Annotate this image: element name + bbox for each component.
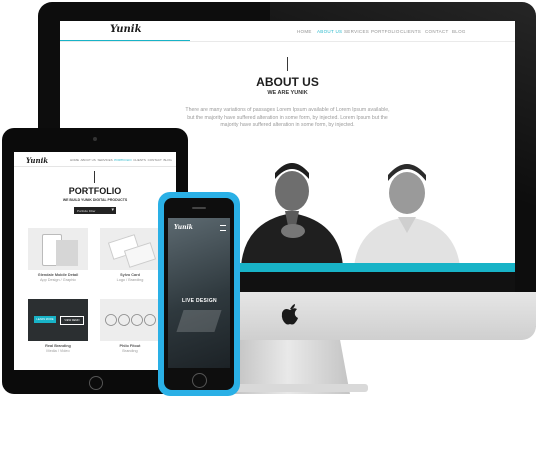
section-divider-line [287,57,288,71]
ipad-screen: Yunik HOME ABOUT US SERVICES PORTFOLIO C… [14,152,176,370]
imac-nav-blog[interactable]: BLOG [452,29,466,34]
portfolio-item-1-caption: App Design / Graphic [39,278,77,282]
iphone-speaker-icon [192,207,206,209]
imac-nav-portfolio[interactable]: PORTFOLIO [371,29,400,34]
iphone-logo[interactable]: Yunik [174,224,193,231]
about-title: ABOUT US [256,75,319,89]
imac-nav-bar: Yunik HOME ABOUT US SERVICES PORTFOLIO C… [60,21,515,42]
about-subtitle: WE ARE YUNIK [267,90,308,96]
mockup-shadow [56,240,78,266]
iphone-screen: Yunik LIVE DESIGN [168,218,230,368]
imac-nav-about[interactable]: ABOUT US [317,29,342,34]
portfolio-subtitle: WE BUILD YUNIK DIGITAL PRODUCTS [62,198,128,202]
portfolio-item-3[interactable]: LEARN MORE VIEW DEMO [28,299,88,341]
imac-nav-clients[interactable]: CLIENTS [400,29,421,34]
portfolio-title: PORTFOLIO [68,186,122,196]
imac-base [220,384,368,392]
imac-nav-home[interactable]: HOME [297,29,312,34]
portfolio-filter-select[interactable]: Portfolio Filter ▾ [74,207,116,214]
imac-nav-underline [60,40,190,41]
ipad-section-line [94,171,95,183]
team-member-photo-2 [354,164,460,266]
ipad-logo[interactable]: Yunik [26,156,48,165]
imac-nav-contact[interactable]: CONTACT [425,29,449,34]
chevron-down-icon: ▾ [111,207,114,213]
ipad-home-button[interactable] [89,376,103,390]
imac-nav-services[interactable]: SERVICES [344,29,369,34]
portfolio-item-3-caption: Media / Video [46,349,70,353]
portfolio-item-4-caption: Branding [122,349,138,353]
portfolio-item-4[interactable] [100,299,160,341]
keyboard-image [176,310,222,332]
portfolio-item-2[interactable] [100,228,160,270]
iphone-hero-text: LIVE DESIGN [182,298,217,304]
portfolio-item-2-title: Sylvo Card [120,273,140,277]
learn-more-button[interactable]: LEARN MORE [34,316,56,323]
portfolio-item-3-title: Real Branding [45,344,71,348]
hamburger-menu-icon[interactable] [220,225,226,231]
portfolio-item-4-title: Philo Fitout [119,344,141,348]
team-member-photo-1 [241,163,343,266]
imac-logo[interactable]: Yunik [110,24,142,35]
fitness-icons [105,314,156,326]
portfolio-item-1[interactable] [28,228,88,270]
portfolio-item-2-caption: Logo / Branding [116,278,144,282]
about-paragraph: There are many variations of passages Lo… [185,107,390,128]
ipad-camera-icon [93,137,97,141]
ipad-nav-divider [14,166,176,167]
portfolio-item-1-title: Glendale Mobile Detail [37,273,79,277]
iphone-home-button[interactable] [192,373,207,388]
apple-logo-icon [281,304,298,325]
view-demo-button[interactable]: VIEW DEMO [60,316,84,325]
filter-label: Portfolio Filter [77,208,96,213]
ipad-nav[interactable]: HOME ABOUT US SERVICES PORTFOLIO CLIENTS… [70,158,172,162]
